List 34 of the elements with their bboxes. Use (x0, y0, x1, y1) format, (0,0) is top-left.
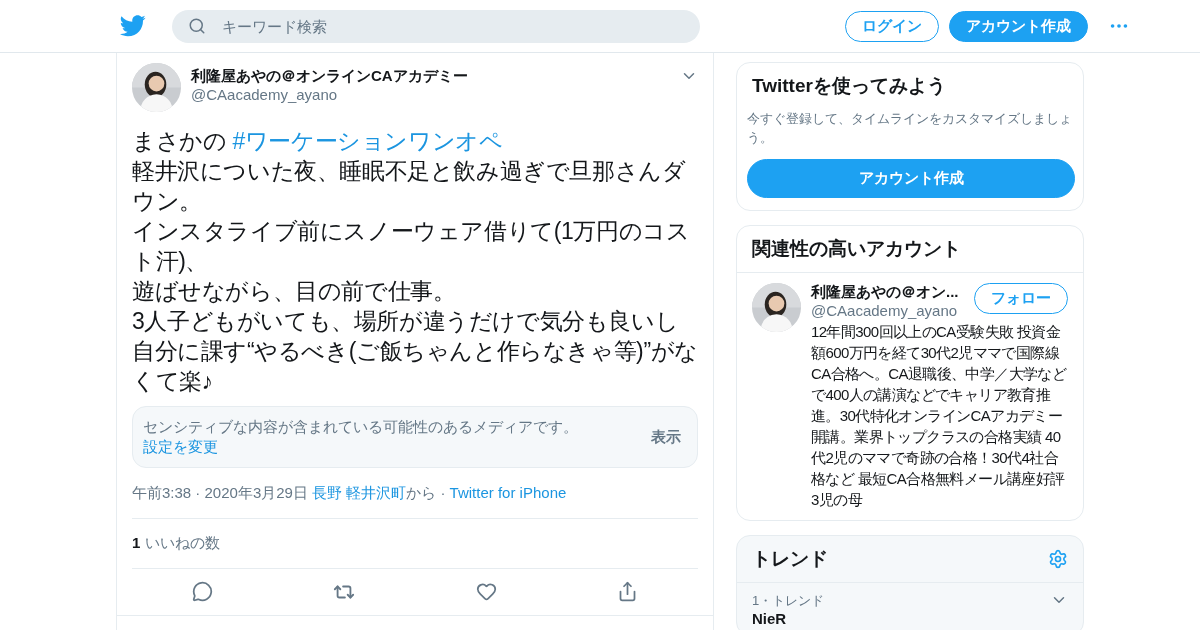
like-icon[interactable] (475, 581, 497, 602)
card-title: Twitterを使ってみよう (752, 74, 946, 98)
tweet-text-line: インスタライブ前にスノーウェア借りて(1万円のコスト汗)、 (132, 217, 691, 276)
follow-button[interactable]: フォロー (974, 283, 1068, 314)
trend-context: 1・トレンド (752, 592, 826, 610)
notice-text: センシティブな内容が含まれている可能性のあるメディアです。 設定を変更 (143, 417, 579, 457)
settings-link[interactable]: 設定を変更 (143, 438, 218, 455)
hashtag-link[interactable]: #ワーケーションワンオペ (232, 128, 503, 154)
show-button[interactable]: 表示 (645, 426, 687, 448)
login-button[interactable]: ログイン (845, 10, 939, 42)
settings-icon[interactable] (1048, 549, 1068, 569)
signup-text: 今すぐ登録して、タイムラインをカスタマイズしましょう。 (747, 110, 1073, 147)
signup-button[interactable]: アカウント作成 (747, 159, 1075, 198)
card-title: 関連性の高いアカウント (752, 237, 961, 261)
tweet-text-line: まさかの #ワーケーションワンオペ (132, 127, 504, 156)
place-link[interactable]: 長野 軽井沢町 (312, 484, 407, 501)
search-field[interactable]: キーワード検索 (172, 9, 700, 43)
signup-button[interactable]: アカウント作成 (949, 10, 1088, 42)
account-name[interactable]: 利隆屋あやの＠オン... (811, 283, 974, 302)
tweet-meta: 午前3:38 · 2020年3月29日 長野 軽井沢町から · Twitter for iPhone (132, 484, 568, 503)
trend-name[interactable]: NieR (752, 610, 1050, 627)
account-bio: 12年間300回以上のCA受験失敗 投資金額600万円を経て30代2児ママで国際線CA合格へ。CA退職後、中学／大学などで400人の講演などでキャリア教育推進。30代特化オンラインCAアカデミー開講。業界トップクラスの合格実績 40代2児のママで奇跡の合格！30代4社合格など 最短CA合格無料メール講座好評 3児の母 (811, 322, 1068, 510)
card-title: トレンド (752, 547, 828, 571)
reply-icon[interactable] (192, 581, 214, 602)
likes-count[interactable]: 1 いいねの数 (132, 534, 698, 553)
tweet-text-line: 3人子どもがいても、場所が違うだけで気分も良いし自分に課す“やるべき(ご飯ちゃんと作らなきゃ等)”がなくて楽♪ (132, 307, 698, 396)
search-icon (188, 16, 206, 35)
author-name[interactable]: 利隆屋あやの＠オンラインCAアカデミー (191, 67, 670, 86)
tweet-text-line: 遊ばせながら、目の前で仕事。 (132, 277, 457, 306)
source-link[interactable]: Twitter for iPhone (449, 484, 567, 501)
tweet-text-line: 軽井沢についた夜、睡眠不足と飲み過ぎで旦那さんダウン。 (132, 157, 687, 216)
author-handle[interactable]: @CAacademy_ayano (191, 86, 670, 103)
bird-icon[interactable] (120, 15, 146, 37)
account-handle[interactable]: @CAacademy_ayano (811, 302, 974, 319)
